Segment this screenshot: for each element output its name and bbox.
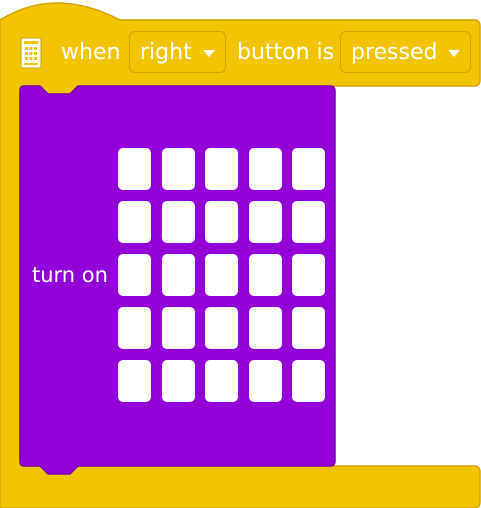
led-cell[interactable] xyxy=(292,201,325,243)
led-cell[interactable] xyxy=(162,254,195,296)
led-cell[interactable] xyxy=(118,307,151,349)
button-state-value: pressed xyxy=(351,40,438,65)
led-cell[interactable] xyxy=(292,360,325,402)
led-cell[interactable] xyxy=(162,360,195,402)
led-cell[interactable] xyxy=(118,360,151,402)
led-matrix xyxy=(118,148,326,404)
led-cell[interactable] xyxy=(249,307,282,349)
led-cell[interactable] xyxy=(249,360,282,402)
led-cell[interactable] xyxy=(118,254,151,296)
led-cell[interactable] xyxy=(205,360,238,402)
led-cell[interactable] xyxy=(292,148,325,190)
led-cell[interactable] xyxy=(205,254,238,296)
led-cell[interactable] xyxy=(205,201,238,243)
led-cell[interactable] xyxy=(292,307,325,349)
led-cell[interactable] xyxy=(249,254,282,296)
led-cell[interactable] xyxy=(205,148,238,190)
button-state-dropdown[interactable]: pressed xyxy=(340,31,471,73)
block-canvas: when right button is pressed turn on xyxy=(0,0,481,508)
button-select-value: right xyxy=(140,40,192,65)
led-cell[interactable] xyxy=(162,148,195,190)
button-select-dropdown[interactable]: right xyxy=(129,31,226,73)
led-cell[interactable] xyxy=(118,201,151,243)
turn-on-label: turn on xyxy=(32,263,108,287)
led-cell[interactable] xyxy=(162,307,195,349)
led-cell[interactable] xyxy=(249,201,282,243)
chevron-down-icon xyxy=(448,50,460,57)
microbit-board-icon xyxy=(20,37,42,69)
when-label: when xyxy=(61,40,121,65)
led-cell[interactable] xyxy=(205,307,238,349)
button-is-label: button is xyxy=(237,40,335,65)
led-cell[interactable] xyxy=(118,148,151,190)
led-cell[interactable] xyxy=(162,201,195,243)
led-cell[interactable] xyxy=(249,148,282,190)
chevron-down-icon xyxy=(203,50,215,57)
led-cell[interactable] xyxy=(292,254,325,296)
hat-block-row: when right button is pressed xyxy=(0,30,481,76)
